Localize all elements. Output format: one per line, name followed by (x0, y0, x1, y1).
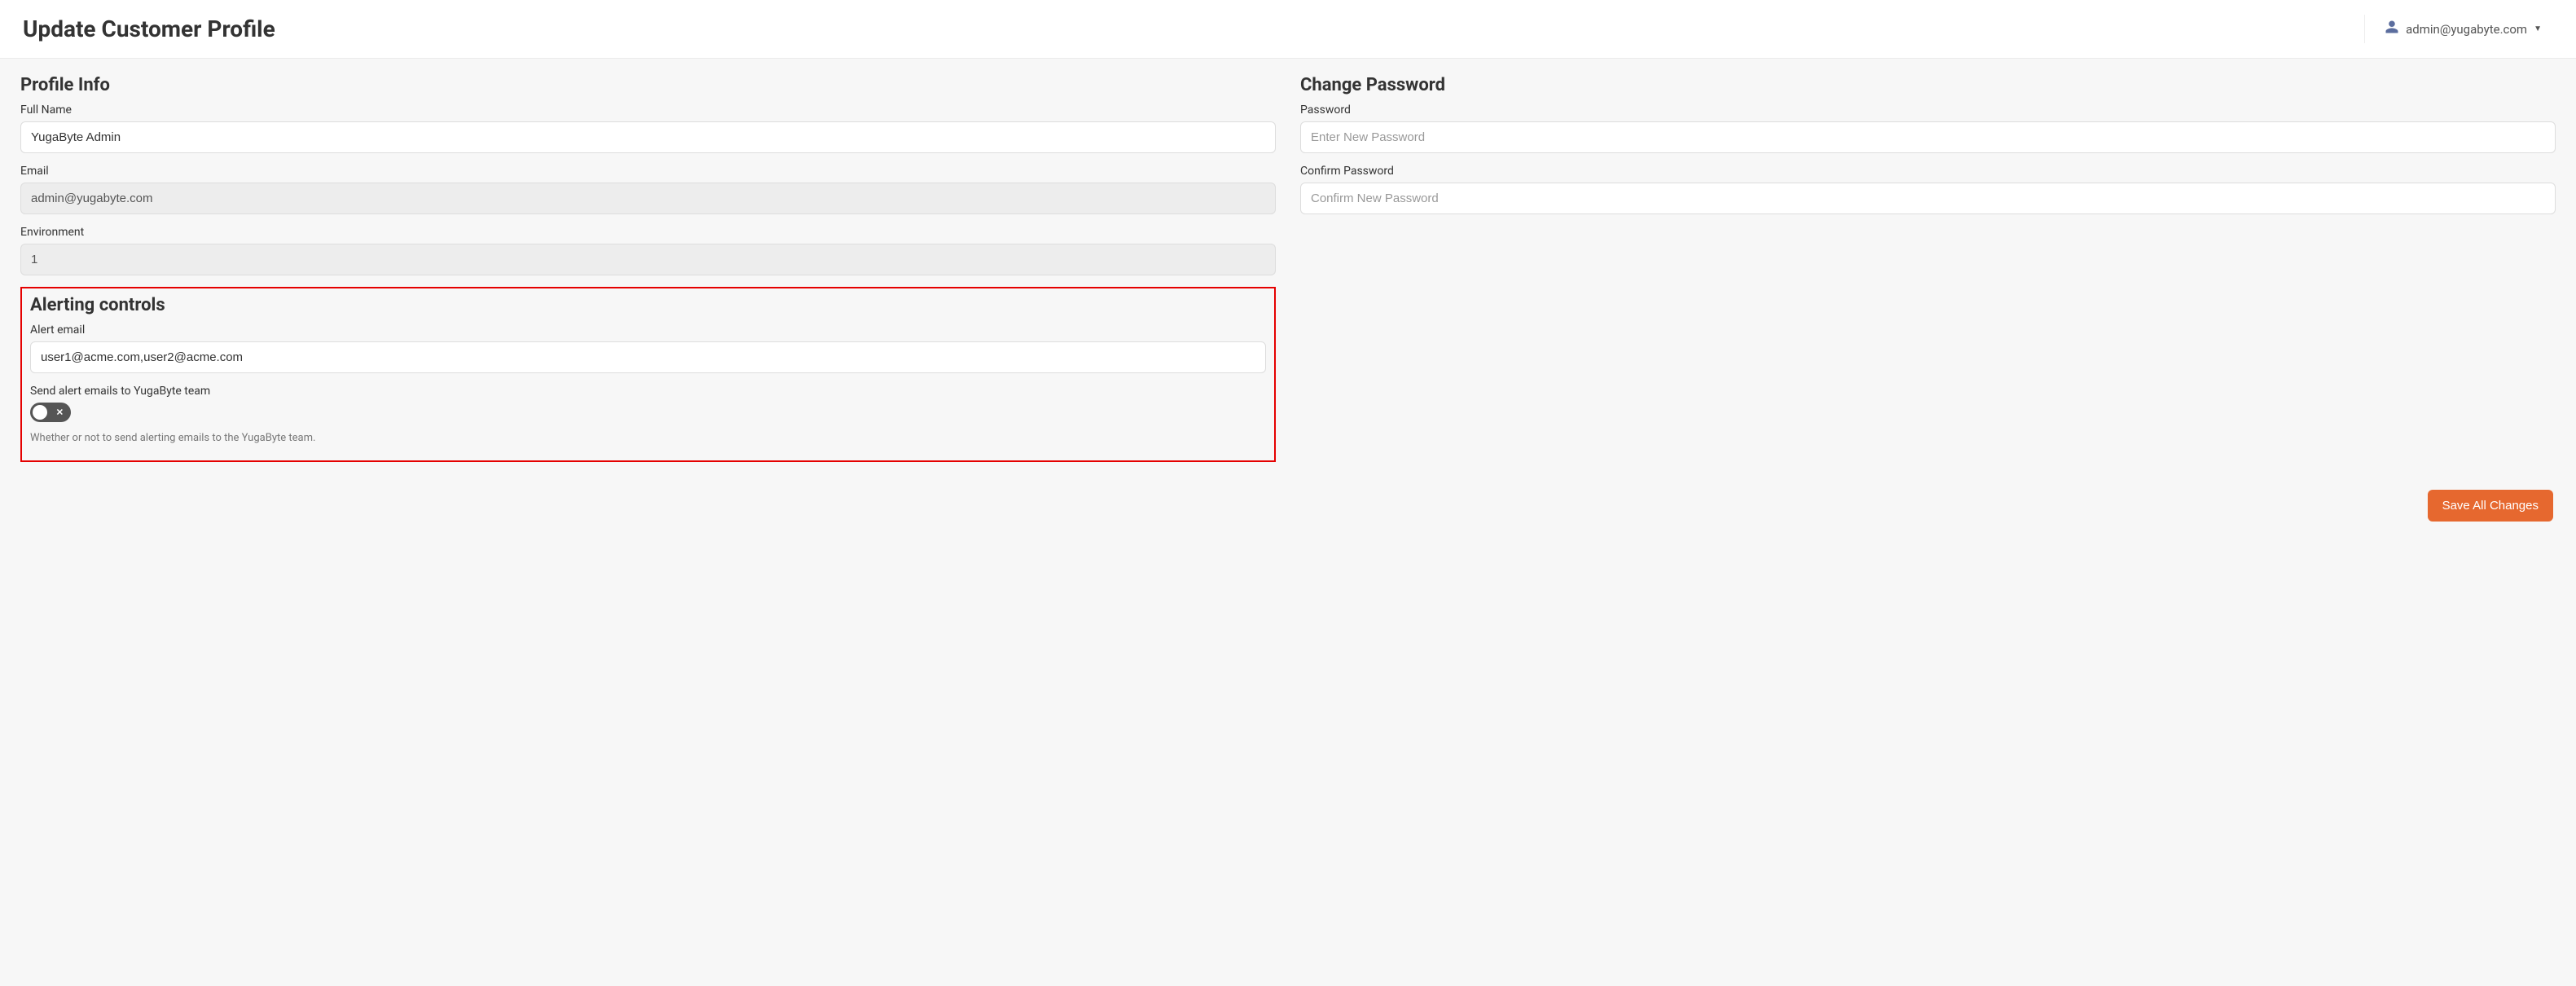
password-input[interactable] (1300, 121, 2556, 153)
email-input (20, 183, 1276, 214)
change-password-title: Change Password (1300, 75, 2556, 95)
toggle-knob (33, 405, 47, 420)
email-label: Email (20, 165, 1276, 178)
password-field: Password (1300, 103, 2556, 153)
full-name-field: Full Name (20, 103, 1276, 153)
confirm-password-input[interactable] (1300, 183, 2556, 214)
alerting-title: Alerting controls (30, 295, 1266, 315)
right-column: Change Password Password Confirm Passwor… (1300, 75, 2556, 462)
confirm-password-field: Confirm Password (1300, 165, 2556, 214)
toggle-off-icon: ✕ (56, 407, 64, 418)
environment-label: Environment (20, 226, 1276, 239)
send-to-team-label: Send alert emails to YugaByte team (30, 385, 1266, 398)
full-name-input[interactable] (20, 121, 1276, 153)
full-name-label: Full Name (20, 103, 1276, 117)
confirm-password-label: Confirm Password (1300, 165, 2556, 178)
caret-down-icon: ▼ (2534, 24, 2542, 33)
environment-field: Environment (20, 226, 1276, 275)
alerting-controls-box: Alerting controls Alert email Send alert… (20, 287, 1276, 462)
send-to-team-field: Send alert emails to YugaByte team ✕ Whe… (30, 385, 1266, 444)
send-to-team-help: Whether or not to send alerting emails t… (30, 432, 1266, 444)
email-field: Email (20, 165, 1276, 214)
user-icon (2385, 20, 2399, 38)
footer-actions: Save All Changes (0, 486, 2576, 542)
left-column: Profile Info Full Name Email Environment… (20, 75, 1276, 462)
environment-input (20, 244, 1276, 275)
page-title: Update Customer Profile (23, 15, 275, 42)
save-all-changes-button[interactable]: Save All Changes (2428, 490, 2553, 522)
alert-email-input[interactable] (30, 341, 1266, 373)
password-label: Password (1300, 103, 2556, 117)
user-menu-dropdown[interactable]: admin@yugabyte.com ▼ (2364, 15, 2553, 43)
user-email-label: admin@yugabyte.com (2406, 22, 2527, 37)
content-area: Profile Info Full Name Email Environment… (0, 59, 2576, 486)
alert-email-label: Alert email (30, 324, 1266, 337)
profile-info-title: Profile Info (20, 75, 1276, 95)
send-to-team-toggle[interactable]: ✕ (30, 403, 71, 422)
alert-email-field: Alert email (30, 324, 1266, 373)
page-header: Update Customer Profile admin@yugabyte.c… (0, 0, 2576, 59)
